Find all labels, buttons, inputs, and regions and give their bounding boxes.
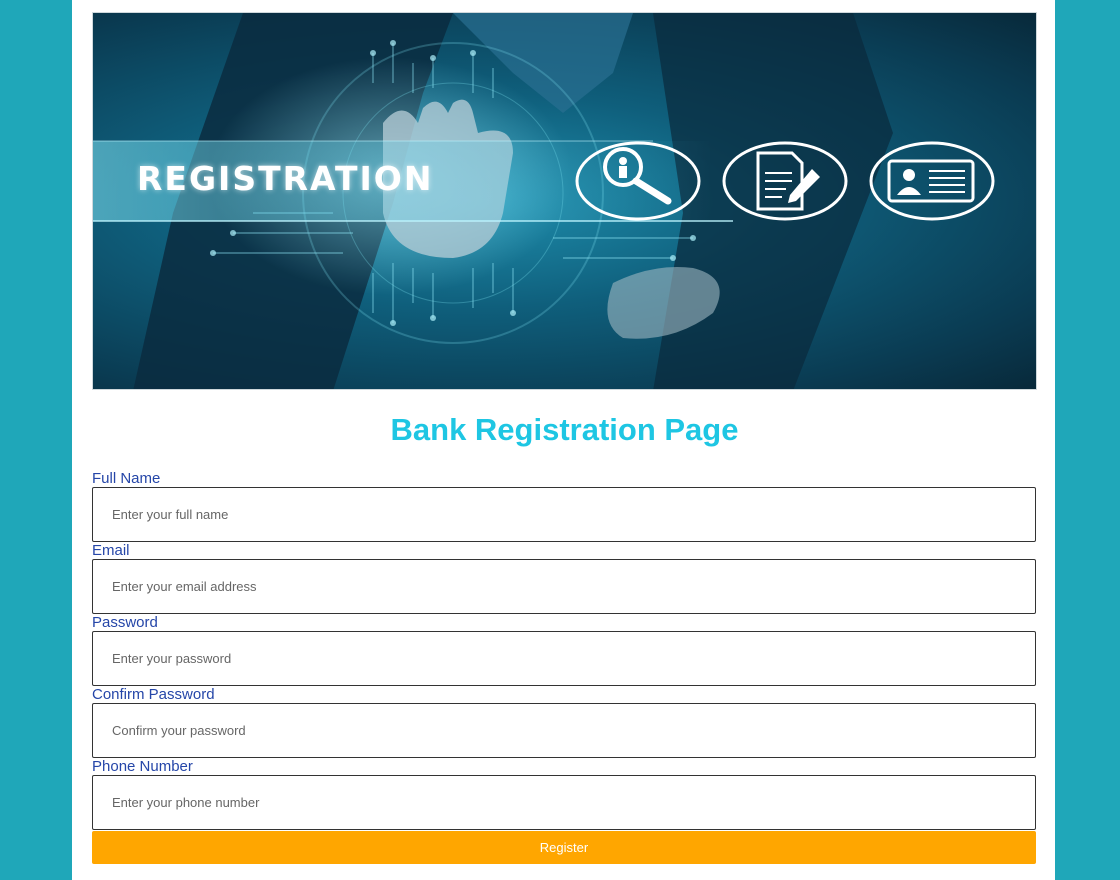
banner-registration-text: REGISTRATION xyxy=(137,159,434,198)
registration-banner-image: REGISTRATION xyxy=(92,12,1037,390)
email-input[interactable] xyxy=(92,559,1036,614)
full-name-label: Full Name xyxy=(92,470,161,487)
register-button[interactable]: Register xyxy=(92,831,1036,864)
full-name-input[interactable] xyxy=(92,487,1036,542)
id-card-icon xyxy=(869,141,995,221)
password-input[interactable] xyxy=(92,631,1036,686)
document-edit-icon xyxy=(722,141,848,221)
page-container: REGISTRATION Bank Registration Page Full… xyxy=(72,0,1055,880)
phone-number-input[interactable] xyxy=(92,775,1036,830)
confirm-password-label: Confirm Password xyxy=(92,686,215,703)
page-title: Bank Registration Page xyxy=(390,412,739,447)
phone-number-label: Phone Number xyxy=(92,758,193,775)
password-label: Password xyxy=(92,614,158,631)
registration-card: REGISTRATION Bank Registration Page Full… xyxy=(92,12,1037,864)
search-person-icon xyxy=(575,141,701,221)
registration-form: Full Name Email Password Confirm Passwor… xyxy=(92,470,1037,864)
email-label: Email xyxy=(92,542,130,559)
confirm-password-input[interactable] xyxy=(92,703,1036,758)
